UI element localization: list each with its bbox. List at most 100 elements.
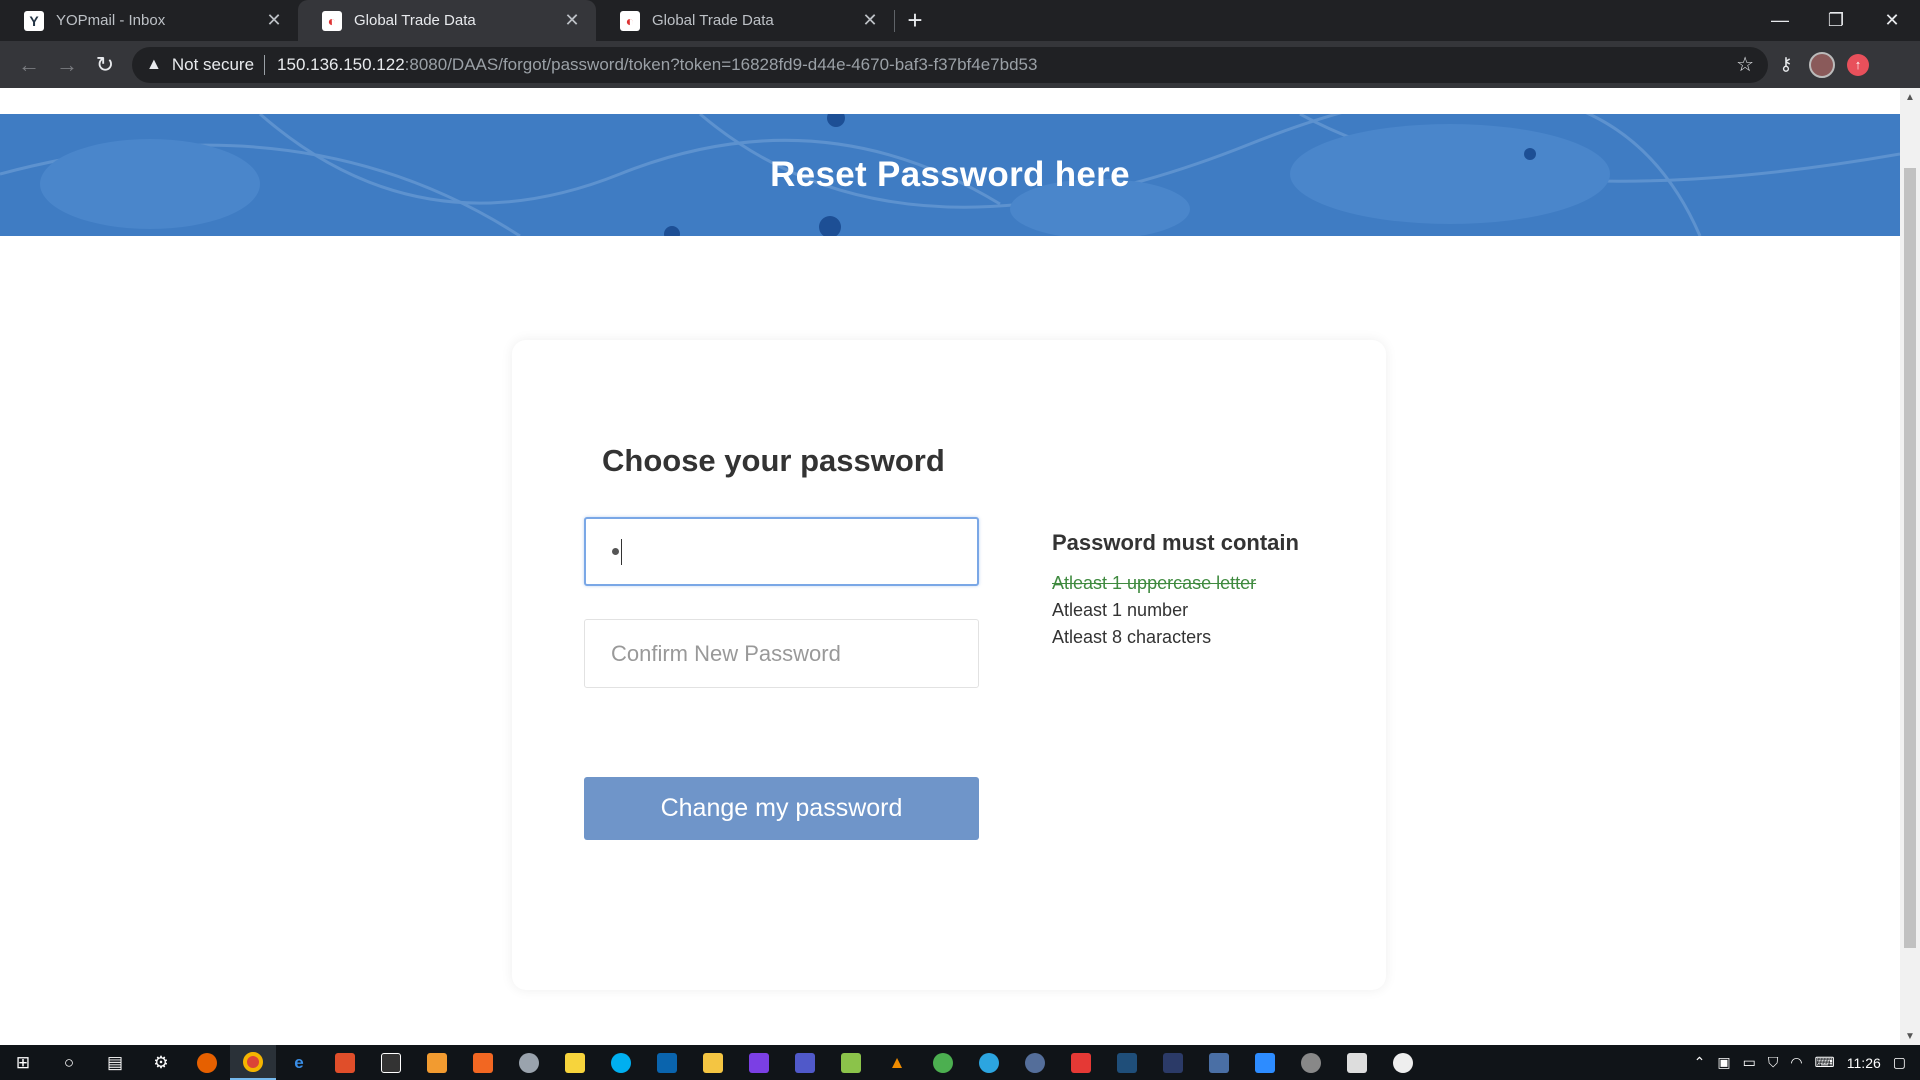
zoom-icon[interactable] — [1242, 1045, 1288, 1080]
app-icon[interactable] — [1058, 1045, 1104, 1080]
tab-title: Global Trade Data — [354, 12, 476, 29]
app-logo — [427, 1052, 447, 1073]
skype-icon[interactable] — [598, 1045, 644, 1080]
app-logo — [979, 1052, 999, 1073]
windows-start-icon[interactable]: ⊞ — [0, 1045, 46, 1080]
security-shield-icon[interactable]: ⛉ — [1768, 1054, 1779, 1071]
rule-length: Atleast 8 characters — [1052, 627, 1212, 647]
app-logo — [335, 1052, 355, 1073]
keyboard-icon[interactable]: ⌨ — [1815, 1054, 1835, 1071]
close-tab-icon[interactable]: ✕ — [562, 10, 582, 31]
tab-global-trade-data-active[interactable]: ◐ Global Trade Data ✕ — [298, 0, 596, 41]
rule-number: Atleast 1 number — [1052, 600, 1189, 620]
scroll-up-icon[interactable]: ▲ — [1900, 88, 1920, 106]
key-icon[interactable]: ⚷ — [1768, 47, 1804, 83]
close-tab-icon[interactable]: ✕ — [860, 10, 880, 31]
app-logo — [1025, 1052, 1045, 1073]
tab-yopmail[interactable]: Y YOPmail - Inbox ✕ — [0, 0, 298, 41]
bookmark-star-icon[interactable]: ☆ — [1736, 52, 1754, 77]
scrollbar-thumb[interactable] — [1904, 168, 1916, 948]
app-icon[interactable] — [1288, 1045, 1334, 1080]
telegram-icon[interactable] — [966, 1045, 1012, 1080]
app-icon[interactable] — [920, 1045, 966, 1080]
app-logo — [1301, 1052, 1321, 1073]
scroll-down-icon[interactable]: ▼ — [1900, 1027, 1920, 1045]
windows-taskbar: ⊞ ○ ▤ ⚙ e ▲ ⌃ ▣ ▭ ⛉ ◠ ⌨ 11:26 ▢ — [0, 1045, 1920, 1080]
app-icon[interactable] — [368, 1045, 414, 1080]
app-icon[interactable] — [1334, 1045, 1380, 1080]
chrome-icon[interactable] — [230, 1045, 276, 1080]
clock[interactable]: 11:26 — [1847, 1055, 1881, 1071]
app-logo — [1163, 1052, 1183, 1073]
system-tray: ⌃ ▣ ▭ ⛉ ◠ ⌨ 11:26 ▢ — [1694, 1054, 1920, 1071]
warning-triangle-icon[interactable]: ▲ — [146, 56, 162, 74]
vlc-icon[interactable]: ▲ — [874, 1045, 920, 1080]
firefox-logo — [197, 1052, 217, 1073]
app-icon[interactable] — [460, 1045, 506, 1080]
password-mask-dot — [612, 548, 619, 555]
address-divider — [264, 54, 266, 75]
chevron-up-icon[interactable]: ⌃ — [1694, 1054, 1706, 1071]
outlook-icon[interactable] — [644, 1045, 690, 1080]
app-icon[interactable] — [828, 1045, 874, 1080]
app-icon[interactable] — [736, 1045, 782, 1080]
close-window-icon[interactable]: ✕ — [1864, 0, 1920, 41]
search-circle-icon[interactable]: ○ — [46, 1045, 92, 1080]
close-tab-icon[interactable]: ✕ — [264, 10, 284, 31]
new-password-input[interactable] — [584, 517, 979, 586]
app-logo: ▲ — [888, 1052, 906, 1072]
url-host[interactable]: 150.136.150.122 — [277, 55, 405, 75]
avatar — [1809, 51, 1835, 78]
form-heading: Choose your password — [602, 443, 945, 478]
app-icon[interactable] — [1012, 1045, 1058, 1080]
app-icon[interactable] — [1150, 1045, 1196, 1080]
window-controls: — ❐ ✕ — [1752, 0, 1920, 41]
firefox-icon[interactable] — [184, 1045, 230, 1080]
file-explorer-icon[interactable] — [690, 1045, 736, 1080]
text-caret — [621, 538, 622, 565]
browser-tab-strip: Y YOPmail - Inbox ✕ ◐ Global Trade Data … — [0, 0, 1920, 41]
forward-arrow-icon[interactable]: → — [48, 46, 86, 84]
battery-icon[interactable]: ▭ — [1743, 1054, 1756, 1071]
edge-icon[interactable]: e — [276, 1045, 322, 1080]
app-logo — [657, 1052, 677, 1073]
task-view-icon[interactable]: ▤ — [92, 1045, 138, 1080]
app-logo — [1255, 1052, 1275, 1073]
security-status[interactable]: Not secure — [172, 55, 254, 75]
app-icon[interactable] — [1196, 1045, 1242, 1080]
wifi-icon[interactable]: ◠ — [1790, 1054, 1802, 1071]
teams-icon[interactable] — [782, 1045, 828, 1080]
minimize-icon[interactable]: — — [1752, 0, 1808, 41]
globe-logo-icon: ◐ — [620, 10, 640, 31]
app-icon[interactable] — [506, 1045, 552, 1080]
restore-icon[interactable]: ❐ — [1808, 0, 1864, 41]
tab-global-trade-data[interactable]: ◐ Global Trade Data ✕ — [596, 0, 894, 41]
url-path[interactable]: :8080/DAAS/forgot/password/token?token=1… — [405, 55, 1038, 75]
app-logo — [1393, 1052, 1413, 1073]
tray-app-icon[interactable]: ▣ — [1717, 1054, 1730, 1071]
page-scrollbar[interactable]: ▲ ▼ — [1900, 88, 1920, 1045]
app-logo — [841, 1052, 861, 1073]
app-icon[interactable] — [322, 1045, 368, 1080]
app-logo — [519, 1052, 539, 1073]
reload-icon[interactable]: ↻ — [86, 46, 124, 84]
new-tab-button[interactable]: + — [895, 0, 935, 41]
app-logo — [1347, 1052, 1367, 1073]
extension-update-icon[interactable]: ↑ — [1840, 47, 1876, 83]
app-icon[interactable] — [1104, 1045, 1150, 1080]
profile-avatar[interactable] — [1804, 47, 1840, 83]
app-logo — [703, 1052, 723, 1073]
app-logo — [1117, 1052, 1137, 1073]
app-logo — [611, 1052, 631, 1073]
app-icon[interactable] — [1380, 1045, 1426, 1080]
change-password-button[interactable]: Change my password — [584, 777, 979, 840]
sublime-icon[interactable] — [414, 1045, 460, 1080]
back-arrow-icon[interactable]: ← — [10, 46, 48, 84]
app-logo — [381, 1052, 401, 1073]
settings-gear-icon[interactable]: ⚙ — [138, 1045, 184, 1080]
address-bar[interactable]: ▲ Not secure 150.136.150.122 :8080/DAAS/… — [132, 46, 1768, 83]
notifications-icon[interactable]: ▢ — [1893, 1054, 1906, 1071]
sticky-notes-icon[interactable] — [552, 1045, 598, 1080]
confirm-password-input[interactable]: Confirm New Password — [584, 619, 979, 688]
browser-toolbar: ← → ↻ ▲ Not secure 150.136.150.122 :8080… — [0, 41, 1920, 88]
